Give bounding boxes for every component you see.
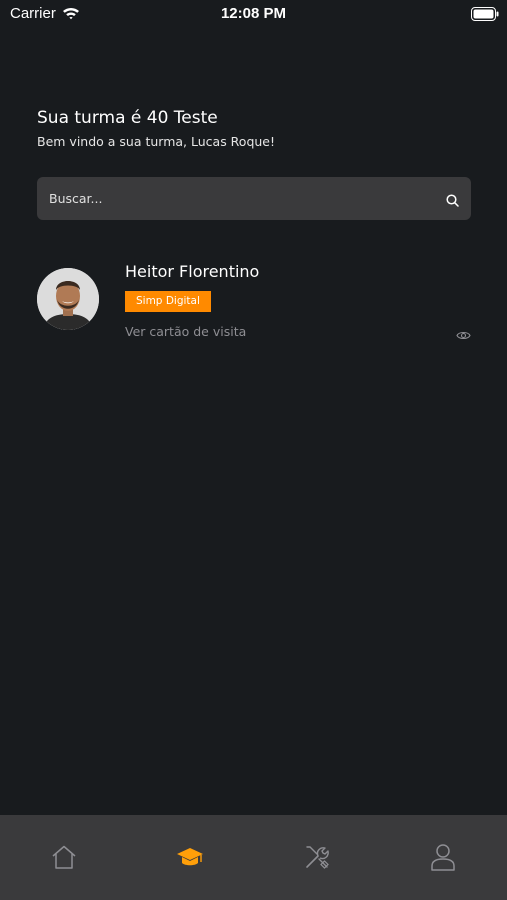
avatar (37, 268, 99, 330)
welcome-subtitle: Bem vindo a sua turma, Lucas Roque! (37, 134, 276, 149)
battery-icon (471, 6, 499, 25)
user-icon (430, 843, 456, 875)
tab-tools[interactable] (297, 843, 337, 875)
member-name: Heitor Florentino (125, 262, 260, 281)
search-bar[interactable] (37, 177, 471, 220)
graduation-cap-icon (176, 846, 204, 872)
eye-icon[interactable] (456, 326, 471, 345)
search-icon[interactable] (446, 192, 459, 211)
status-bar: Carrier 12:08 PM (0, 0, 507, 28)
tools-icon (304, 844, 330, 874)
member-badge: Simp Digital (125, 291, 211, 312)
tab-bar (0, 815, 507, 900)
home-icon (51, 844, 77, 874)
page-title: Sua turma é 40 Teste (37, 108, 218, 128)
clock: 12:08 PM (220, 5, 287, 22)
member-card[interactable]: Heitor Florentino Simp Digital Ver cartã… (37, 262, 471, 342)
tab-profile[interactable] (423, 843, 463, 875)
search-input[interactable] (49, 177, 429, 220)
view-business-card-link[interactable]: Ver cartão de visita (125, 324, 246, 339)
tab-home[interactable] (44, 843, 84, 875)
tab-class[interactable] (170, 843, 210, 875)
